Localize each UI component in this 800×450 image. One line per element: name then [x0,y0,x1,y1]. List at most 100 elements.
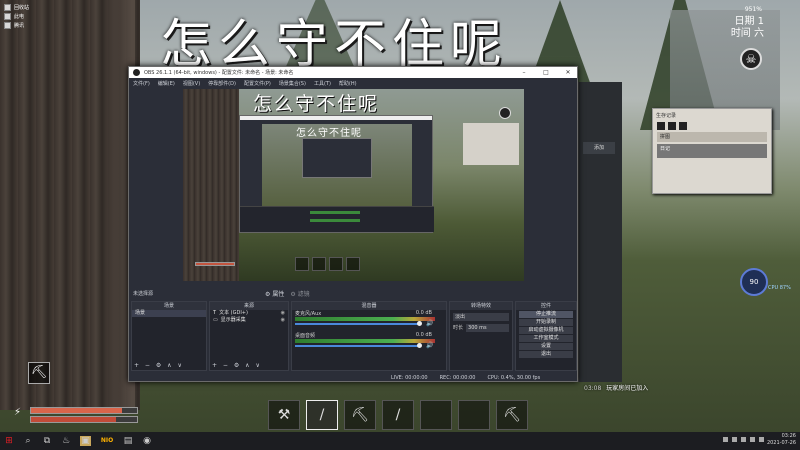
desktop-icons: 回收站 此电 腾讯 [4,4,29,29]
preview-slot [329,257,343,271]
volume-knob[interactable] [417,321,422,326]
duration-row: 时长 300 ms [450,323,512,332]
preview-skull-icon [499,107,511,119]
health-bar: ⚡ [14,405,138,427]
source-item[interactable]: T 文本 (GDI+) ◉ [210,310,288,317]
stop-streaming-button[interactable]: 停止推流 [519,311,573,318]
hotbar: ⚒ / ⛏ / ⛏ [268,400,528,430]
hotbar-slot[interactable]: ⛏ [344,400,376,430]
controls-dock: 控件 停止推流 开始录制 启动虚拟摄像机 工作室模式 设置 退出 [515,301,577,371]
app-icon[interactable]: ▣ [80,436,91,446]
hotbar-slot[interactable]: ⛏ [496,400,528,430]
level-meter [295,339,435,343]
recording-fps-badge[interactable]: 90 CPU 87% [740,268,791,296]
desktop-icon[interactable]: 腾讯 [4,22,29,29]
mixer-track: 麦克风/Aux 0.0 dB 🔊 [292,310,446,332]
duration-input[interactable]: 300 ms [466,323,509,332]
stamina-track [30,416,138,423]
text-source-icon: T [213,310,217,316]
scenes-dock: 场景 场景 + − ⚙ ∧ ∨ [131,301,207,371]
source-label: 文本 (GDI+) [219,310,248,316]
nested-meter [310,211,360,214]
volume-slider[interactable] [295,323,419,325]
sources-dock: 来源 T 文本 (GDI+) ◉ ▭ 显示器采集 ◉ + − ⚙ ∧ ∨ [209,301,289,371]
preview-slot [295,257,309,271]
desktop-icon[interactable]: 回收站 [4,4,29,11]
desktop-icon[interactable]: 此电 [4,13,29,20]
eye-icon[interactable]: ◉ [281,310,285,317]
scenes-footer-buttons[interactable]: + − ⚙ ∧ ∨ [134,362,184,369]
speaker-icon[interactable]: 🔊 [426,342,433,349]
start-recording-button[interactable]: 开始录制 [519,319,573,326]
hotbar-slot[interactable]: / [382,400,414,430]
exit-button[interactable]: 退出 [519,351,573,358]
desktop-icon-label: 腾讯 [14,23,25,29]
menu-profile[interactable]: 配置文件(P) [244,80,271,87]
properties-button[interactable]: ⚙ 属性 [265,289,284,298]
c-icon [668,122,676,130]
menu-help[interactable]: 帮助(H) [339,80,357,87]
mixer-track: 桌面音频 0.0 dB 🔊 [292,332,446,354]
nested-obs-window: 怎么守不住呢 [239,115,434,233]
virtual-camera-button[interactable]: 启动虚拟摄像机 [519,327,573,334]
hotbar-slot[interactable]: ⚒ [268,400,300,430]
tray-icon[interactable] [741,437,746,442]
hud-percentage: 951% [744,6,762,13]
hotbar-slot[interactable] [420,400,452,430]
search-icon[interactable]: ⌕ [23,436,33,446]
volume-slider[interactable] [295,345,419,347]
menu-docks[interactable]: 停靠部件(D) [208,80,236,87]
tool-slot[interactable]: ⛏ [28,362,50,384]
menu-tools[interactable]: 工具(T) [314,80,331,87]
nio-app-icon[interactable]: NIO [100,436,114,446]
menu-edit[interactable]: 编辑(E) [158,80,175,87]
survival-log-icons [653,122,771,130]
cpu-status: CPU: 0.4%, 30.00 fps [487,374,541,381]
preview-log-card [463,123,519,165]
tray-icon[interactable] [723,437,728,442]
survival-log-card: 生存记录 拼图 日记 [652,108,772,194]
steam-icon[interactable]: ♨ [61,436,71,446]
eye-icon[interactable]: ◉ [281,317,285,324]
game-icon[interactable]: ▤ [123,436,133,446]
menu-file[interactable]: 文件(F) [133,80,150,87]
nested-meter [310,219,360,222]
time-label: 时间 六 [730,28,764,39]
duration-label: 时长 [453,325,464,331]
clock[interactable]: 03:26 2021-07-26 [767,433,796,447]
menu-view[interactable]: 视图(V) [183,80,200,87]
hotbar-slot[interactable]: / [306,400,338,430]
obs-titlebar: OBS 26.1.1 (64-bit, windows) - 配置文件: 未命名… [129,67,577,78]
skull-icon: ☠ [740,48,762,70]
source-item[interactable]: ▭ 显示器采集 ◉ [210,317,288,324]
recorder-add-button[interactable]: 添加 [583,142,615,154]
filters-button[interactable]: ⚙ 滤镜 [290,289,309,298]
studio-mode-button[interactable]: 工作室模式 [519,335,573,342]
computer-icon [4,13,11,20]
sources-footer-buttons[interactable]: + − ⚙ ∧ ∨ [212,362,262,369]
start-button[interactable]: ⊞ [4,436,14,446]
task-view-icon[interactable]: ⧉ [42,436,52,446]
nested-title: 怎么守不住呢 [296,128,362,139]
tray-icon[interactable] [750,437,755,442]
nested-inner-window [302,138,372,178]
close-button[interactable]: ✕ [559,69,577,76]
settings-button[interactable]: 设置 [519,343,573,350]
volume-knob[interactable] [417,343,422,348]
maximize-button[interactable]: □ [537,69,555,76]
properties-label: 属性 [272,290,285,298]
join-time: 03:08 [584,385,602,392]
tray-icon[interactable] [732,437,737,442]
obs-taskbar-icon[interactable]: ◉ [142,436,152,446]
tray-icon[interactable] [759,437,764,442]
transition-select[interactable]: 淡出 [453,312,509,321]
track-db: 0.0 dB [415,310,432,316]
obs-window: OBS 26.1.1 (64-bit, windows) - 配置文件: 未命名… [128,66,578,382]
scene-item[interactable]: 场景 [132,310,206,317]
hotbar-slot[interactable] [458,400,490,430]
speaker-icon[interactable]: 🔊 [426,320,433,327]
health-fill [31,408,123,413]
menu-scene-collection[interactable]: 场景集合(S) [279,80,306,87]
minimize-button[interactable]: – [515,69,533,76]
obs-preview[interactable]: 怎么守不住呢 怎么守不住呢 [183,89,524,281]
